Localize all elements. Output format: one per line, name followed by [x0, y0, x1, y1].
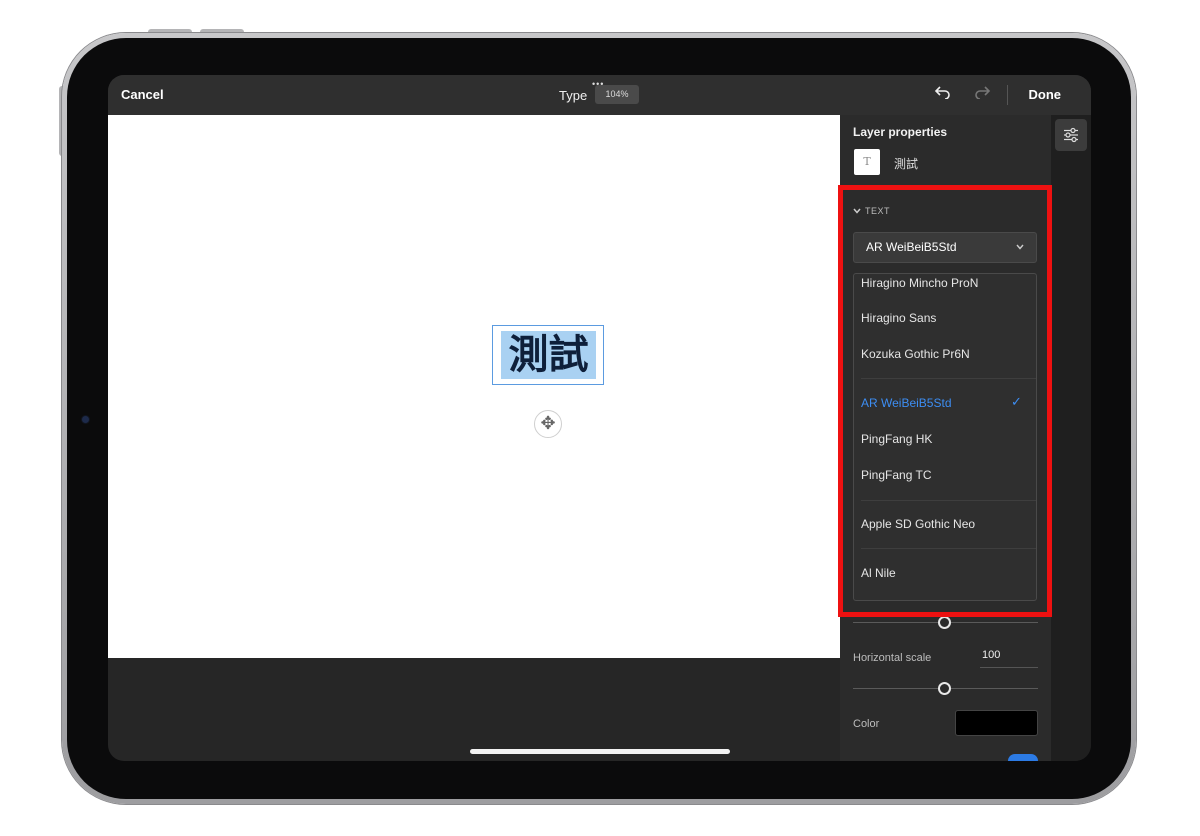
- text-layer-content[interactable]: 測試: [501, 331, 596, 379]
- front-camera: [82, 416, 89, 423]
- color-swatch[interactable]: [955, 710, 1038, 736]
- undo-icon[interactable]: [934, 84, 952, 104]
- sliders-icon[interactable]: [1055, 119, 1087, 151]
- text-layer-bounding-box[interactable]: 測試: [492, 325, 604, 385]
- toolbar-divider: [1007, 85, 1008, 105]
- panel-rail: [1051, 115, 1091, 761]
- horizontal-scale-slider-thumb[interactable]: [938, 682, 951, 695]
- layer-name: 測試: [894, 157, 919, 171]
- mode-label: Type: [559, 88, 588, 103]
- color-label: Color: [853, 718, 880, 730]
- slider-thumb[interactable]: [938, 616, 951, 629]
- text-layer-icon: T: [854, 149, 880, 175]
- annotation-highlight-box: [838, 185, 1052, 617]
- horizontal-scale-value[interactable]: 100: [982, 649, 1000, 661]
- zoom-level[interactable]: 104%: [595, 85, 639, 104]
- document-canvas[interactable]: 測試 ✥: [108, 115, 840, 658]
- toggle-switch[interactable]: [1008, 754, 1038, 761]
- move-icon[interactable]: ✥: [534, 410, 562, 438]
- horizontal-scale-label: Horizontal scale: [853, 652, 932, 664]
- top-toolbar: Cancel ••• Type 104% Done: [108, 75, 1091, 115]
- cancel-button[interactable]: Cancel: [121, 87, 164, 102]
- panel-title: Layer properties: [853, 125, 948, 139]
- value-underline: [980, 667, 1038, 668]
- redo-icon[interactable]: [973, 84, 991, 104]
- done-button[interactable]: Done: [1029, 87, 1062, 102]
- home-indicator: [470, 749, 730, 754]
